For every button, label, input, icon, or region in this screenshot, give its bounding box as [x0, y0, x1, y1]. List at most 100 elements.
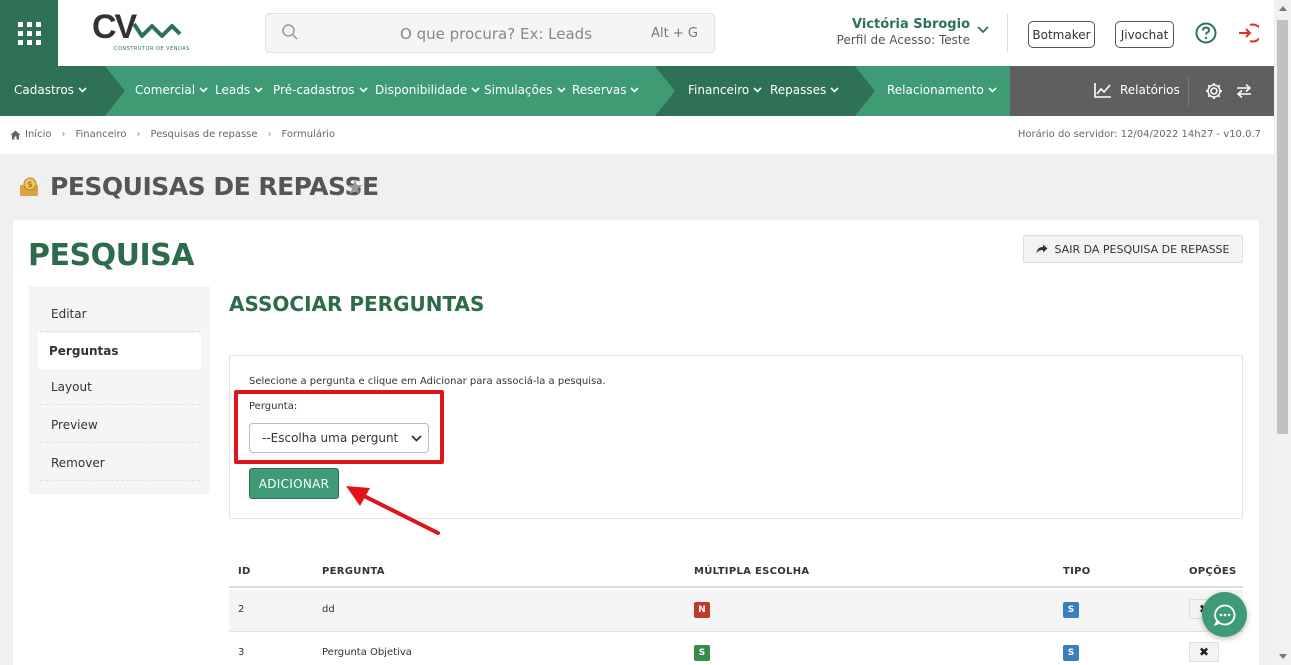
page-title: PESQUISAS DE REPASSE — [50, 172, 379, 201]
scroll-thumb[interactable] — [1277, 20, 1288, 434]
svg-text:$: $ — [27, 180, 32, 189]
chevron-down-icon — [78, 87, 87, 93]
table-row: 2 dd N S ✖ — [229, 590, 1243, 632]
grid-icon — [17, 21, 41, 45]
nav-leads[interactable]: Leads — [215, 83, 263, 97]
add-button[interactable]: ADICIONAR — [249, 468, 339, 499]
divider — [1188, 76, 1189, 106]
chevron-down-icon — [199, 87, 208, 93]
chat-bubble-icon — [1213, 604, 1235, 626]
annotation-arrow — [346, 486, 440, 535]
top-header: CV CONSTRUTOR DE VENDAS O que procura? E… — [0, 0, 1274, 66]
section-title: ASSOCIAR PERGUNTAS — [229, 292, 485, 316]
chevron-down-icon — [471, 87, 480, 93]
delete-button[interactable]: ✖ — [1189, 642, 1219, 662]
page-scrollbar[interactable] — [1274, 0, 1291, 665]
row-question: Pergunta Objetiva — [322, 647, 412, 658]
chart-line-icon — [1094, 83, 1111, 98]
chevron-down-icon[interactable] — [977, 26, 989, 34]
column-header-multiple: MÚLTIPLA ESCOLHA — [694, 566, 810, 577]
logout-icon[interactable] — [1237, 22, 1259, 44]
user-menu[interactable]: Victória Sbrogio Perfil de Acesso: Teste — [820, 17, 970, 47]
close-icon: ✖ — [1198, 645, 1210, 659]
breadcrumb-item-pesquisas[interactable]: Pesquisas de repasse — [151, 129, 258, 140]
help-icon[interactable] — [1195, 22, 1217, 44]
multiple-badge: S — [694, 645, 710, 661]
nav-pre-cadastros[interactable]: Pré-cadastros — [273, 83, 368, 97]
nav-disponibilidade-label: Disponibilidade — [375, 83, 468, 97]
breadcrumb-item-inicio: Início — [25, 129, 52, 140]
sidebar-item-perguntas[interactable]: Perguntas — [38, 333, 201, 369]
nav-repasses-label: Repasses — [770, 83, 827, 97]
column-header-options: OPÇÕES — [1189, 566, 1237, 577]
main-card: PESQUISA SAIR DA PESQUISA DE REPASSE Edi… — [13, 220, 1259, 665]
chevron-down-icon — [830, 87, 839, 93]
nav-cadastros[interactable]: Cadastros — [14, 83, 87, 97]
nav-reservas-label: Reservas — [572, 83, 627, 97]
scroll-up-icon[interactable] — [1279, 6, 1287, 11]
table-header: ID PERGUNTA MÚLTIPLA ESCOLHA TIPO OPÇÕES — [229, 558, 1243, 588]
user-profile: Perfil de Acesso: Teste — [836, 33, 970, 47]
question-select-value: --Escolha uma pergunt — [262, 431, 399, 445]
nav-repasses[interactable]: Repasses — [770, 83, 839, 97]
card-title: PESQUISA — [28, 238, 194, 273]
search-shortcut: Alt + G — [651, 26, 698, 41]
chevron-down-icon — [753, 87, 762, 93]
row-question: dd — [322, 604, 335, 615]
star-icon[interactable]: ★ — [346, 175, 364, 199]
nav-relacionamento-label: Relacionamento — [887, 83, 984, 97]
nav-disponibilidade[interactable]: Disponibilidade — [375, 83, 480, 97]
server-time: Horário do servidor: 12/04/2022 14h27 - … — [1017, 129, 1261, 140]
nav-relatorios-label: Relatórios — [1120, 83, 1180, 97]
chat-button[interactable] — [1202, 592, 1247, 637]
divider — [1007, 14, 1008, 52]
sidebar-item-editar[interactable]: Editar — [40, 296, 200, 332]
nav-reservas[interactable]: Reservas — [572, 83, 640, 97]
nav-simulacoes[interactable]: Simulações — [484, 83, 566, 97]
question-select[interactable]: --Escolha uma pergunt — [249, 423, 429, 453]
nav-comercial[interactable]: Comercial — [135, 83, 208, 97]
home-icon — [10, 130, 21, 139]
breadcrumb-home[interactable]: Início — [10, 129, 51, 140]
column-header-type: TIPO — [1063, 566, 1091, 577]
nav-leads-label: Leads — [215, 83, 251, 97]
search-input[interactable]: O que procura? Ex: Leads Alt + G — [265, 13, 715, 53]
breadcrumb-item-financeiro[interactable]: Financeiro — [75, 129, 126, 140]
logo[interactable]: CV CONSTRUTOR DE VENDAS — [90, 8, 190, 56]
sidebar-item-layout[interactable]: Layout — [40, 369, 200, 405]
user-name: Victória Sbrogio — [851, 17, 970, 32]
breadcrumb-bar: Início › Financeiro › Pesquisas de repas… — [0, 116, 1274, 154]
nav-relacionamento[interactable]: Relacionamento — [887, 83, 997, 97]
type-badge: S — [1063, 645, 1079, 661]
logo-subtitle: CONSTRUTOR DE VENDAS — [114, 46, 190, 52]
chevron-right-icon: › — [61, 129, 66, 140]
form-help-text: Selecione a pergunta e clique em Adicion… — [249, 376, 606, 387]
nav-financeiro[interactable]: Financeiro — [688, 83, 762, 97]
nav-relatorios[interactable]: Relatórios — [1094, 82, 1180, 98]
type-badge: S — [1063, 602, 1079, 618]
nav-cadastros-label: Cadastros — [14, 83, 74, 97]
sidebar-item-remover[interactable]: Remover — [40, 445, 200, 481]
chevron-down-icon — [254, 87, 263, 93]
botmaker-button[interactable]: Botmaker — [1028, 21, 1095, 48]
sidebar-item-preview[interactable]: Preview — [40, 407, 200, 443]
row-id: 3 — [238, 647, 245, 658]
nav-pre-cadastros-label: Pré-cadastros — [273, 83, 355, 97]
jivochat-button[interactable]: Jivochat — [1115, 21, 1174, 48]
nav-utility-area: Relatórios — [1010, 66, 1274, 116]
swap-icon[interactable] — [1236, 83, 1252, 99]
gear-icon[interactable] — [1205, 82, 1223, 100]
exit-survey-button[interactable]: SAIR DA PESQUISA DE REPASSE — [1023, 235, 1243, 263]
apps-menu-button[interactable] — [0, 0, 58, 66]
question-label: Pergunta: — [249, 401, 298, 412]
breadcrumb: Início › Financeiro › Pesquisas de repas… — [10, 129, 335, 140]
scroll-down-icon[interactable] — [1279, 654, 1287, 659]
chevron-down-icon — [358, 87, 368, 93]
nav-financeiro-label: Financeiro — [688, 83, 750, 97]
search-icon — [282, 24, 298, 40]
sidebar: Editar Perguntas Layout Preview Remover — [29, 286, 210, 494]
chevron-right-icon: › — [136, 129, 141, 140]
column-header-question: PERGUNTA — [322, 566, 385, 577]
search-placeholder: O que procura? Ex: Leads — [400, 25, 593, 43]
nav-comercial-label: Comercial — [135, 83, 196, 97]
